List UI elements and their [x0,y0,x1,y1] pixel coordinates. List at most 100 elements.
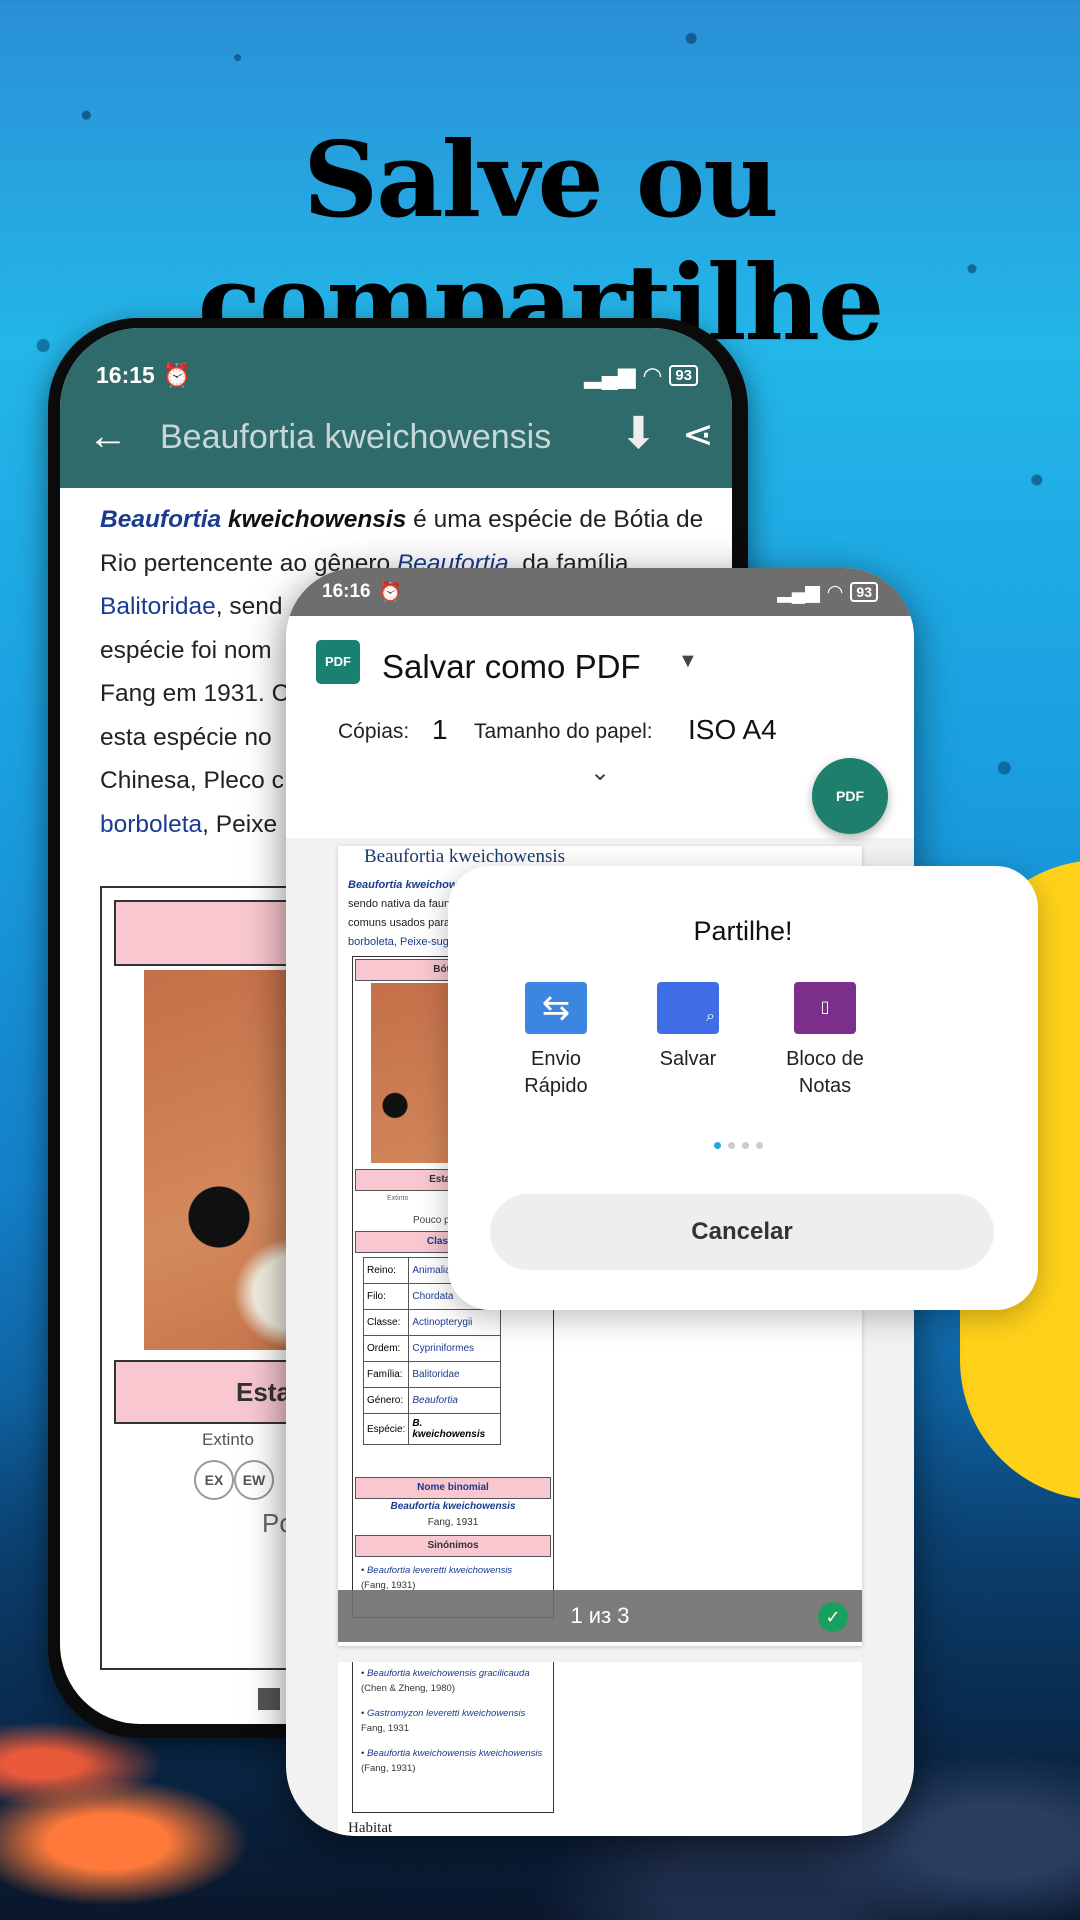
family-link[interactable]: Balitoridae [100,593,216,620]
article-line7: Chinesa, Pleco c [100,767,284,794]
table-row: Classe: Actinopterygii [362,1309,501,1336]
page-dot [728,1142,735,1149]
page-dot [756,1142,763,1149]
article-species: kweichowensis [227,506,407,533]
battery-icon-2: 93 [850,582,878,602]
status-bar: 16:15 ⏰ ▂▄▆ ◠ 93 [96,358,698,392]
synonym-name: Beaufortia kweichowensis kweichowensis [366,1748,543,1759]
preview-binomial-head: Nome binomial [355,1477,551,1499]
quick-send-icon: ⇆ [525,982,587,1034]
synonym-name: Beaufortia kweichowensis gracilicauda [366,1668,530,1679]
article-line5: Fang em 1931. C [100,680,290,707]
status-bar-2: 16:16 ⏰ ▂▄▆ ◠ 93 [286,568,914,616]
preview-title: Beaufortia kweichowensis [364,846,566,867]
tax-value: Balitoridae [408,1361,501,1388]
wifi-icon-2: ◠ [827,581,843,603]
battery-icon: 93 [669,364,698,386]
download-icon[interactable]: ⬇ [620,408,657,459]
table-row: Ordem: Cypriniformes [362,1335,501,1362]
preview-synonym: • Beaufortia leveretti kweichowensis (Fan… [361,1565,513,1591]
preview-synonym: • Beaufortia kweichowensis kweichowensis… [361,1748,543,1774]
status-time: 16:15 [96,361,155,388]
article-genus: Beaufortia [100,506,222,533]
status-code-ex: EX [194,1460,234,1500]
tax-value: Actinopterygii [408,1309,501,1336]
share-app-salvar[interactable]: ⌕ Salvar [618,982,758,1073]
page-dot [714,1142,721,1149]
signal-icon: ▂▄▆ [583,361,636,388]
synonym-name: Beaufortia leveretti kweichowensis [366,1565,513,1576]
preview-extinto: Extinto [387,1195,409,1202]
page-counter: 1 из 3 [570,1603,630,1628]
share-app-envio-rapido[interactable]: ⇆ Envio Rápido [486,982,626,1100]
article-t3: , send [215,593,283,620]
preview-synonym: • Beaufortia kweichowensis gracilicauda(… [361,1668,530,1694]
page-counter-bar: 1 из 3 ✓ [338,1590,862,1642]
tax-key: Família: [362,1361,410,1388]
tax-key: Ordem: [362,1335,410,1362]
tax-key: Espécie: [362,1413,410,1445]
preview-page-2[interactable]: • Beaufortia kweichowensis gracilicauda(… [338,1662,862,1836]
synonym-author: Fang, 1931 [361,1723,410,1734]
share-app-label: Rápido [524,1075,588,1097]
share-app-label: Notas [798,1075,852,1097]
preview-synonyms-box: • Beaufortia kweichowensis gracilicauda(… [352,1662,554,1813]
page-dot [742,1142,749,1149]
article-line8: , Peixe [202,810,278,838]
tax-key: Classe: [362,1309,410,1336]
tax-value: Beaufortia [408,1387,501,1414]
tax-value: B. kweichowensis [408,1413,501,1445]
share-app-bloco-de-notas[interactable]: ▯ Bloco de Notas [755,982,895,1100]
wifi-icon: ◠ [643,361,662,388]
status-time-2: 16:16 [322,581,371,602]
tax-key: Género: [362,1387,410,1414]
printer-select[interactable]: Salvar como PDF [382,648,641,686]
app-bar: 16:15 ⏰ ▂▄▆ ◠ 93 ← Beaufortia kweichowen… [60,328,732,488]
share-app-label: Bloco de [786,1048,864,1070]
copies-label: Cópias: [338,720,410,743]
signal-icon-2: ▂▄▆ [777,581,820,603]
cancel-button[interactable]: Cancelar [490,1194,994,1270]
synonym-author: (Fang, 1931) [361,1763,416,1774]
preview-habitat: Habitat [348,1820,393,1836]
share-sheet: Partilhe! ⇆ Envio Rápido ⌕ Salvar ▯ Bloc… [448,866,1038,1310]
tax-key: Reino: [362,1257,410,1284]
borboleta-link[interactable]: borboleta [100,811,202,838]
article-line6: esta espécie no [100,723,272,751]
page-indicator [714,1136,770,1154]
dropdown-caret-icon[interactable]: ▼ [678,650,698,673]
extinto-label: Extinto [202,1430,254,1449]
share-app-label: Envio [530,1048,582,1070]
share-title: Partilhe! [693,916,793,946]
table-row: Família: Balitoridae [362,1361,501,1388]
page-title: Beaufortia kweichowensis [160,418,552,456]
expand-chevron-icon[interactable]: ⌄ [590,758,610,787]
preview-synonyms-head: Sinónimos [355,1535,551,1557]
tax-value: Cypriniformes [408,1335,501,1362]
alarm-icon: ⏰ [162,361,192,388]
save-pdf-button[interactable]: PDF [812,758,888,834]
pdf-icon: PDF [316,640,360,684]
nav-recents-icon[interactable] [258,1688,280,1710]
preview-binomial-author: Fang, 1931 [427,1517,479,1528]
share-app-label: Salvar [659,1048,717,1070]
status-code-ew: EW [234,1460,274,1500]
tax-key: Filo: [362,1283,410,1310]
paper-size-value[interactable]: ISO A4 [688,714,777,746]
copies-value[interactable]: 1 [432,714,448,746]
preview-pouco: Pouco p [413,1215,450,1226]
synonym-name: Gastromyzon leveretti kweichowensis [366,1708,526,1719]
article-line4: espécie foi nom [100,636,272,664]
table-row: Género: Beaufortia [362,1387,501,1414]
table-row: Espécie: B. kweichowensis [362,1413,501,1445]
alarm-icon-2: ⏰ [378,582,403,603]
back-icon[interactable]: ← [88,414,128,459]
paper-size-label: Tamanho do papel: [474,720,653,743]
page-selected-check-icon[interactable]: ✓ [818,1602,848,1632]
preview-synonym: • Gastromyzon leveretti kweichowensis Fan… [361,1708,526,1734]
synonym-author: (Chen & Zheng, 1980) [361,1683,456,1694]
share-icon[interactable]: ⋖ [682,412,714,457]
preview-binomial: Beaufortia kweichowensis [390,1501,516,1512]
save-search-icon: ⌕ [657,982,719,1034]
notes-icon: ▯ [794,982,856,1034]
